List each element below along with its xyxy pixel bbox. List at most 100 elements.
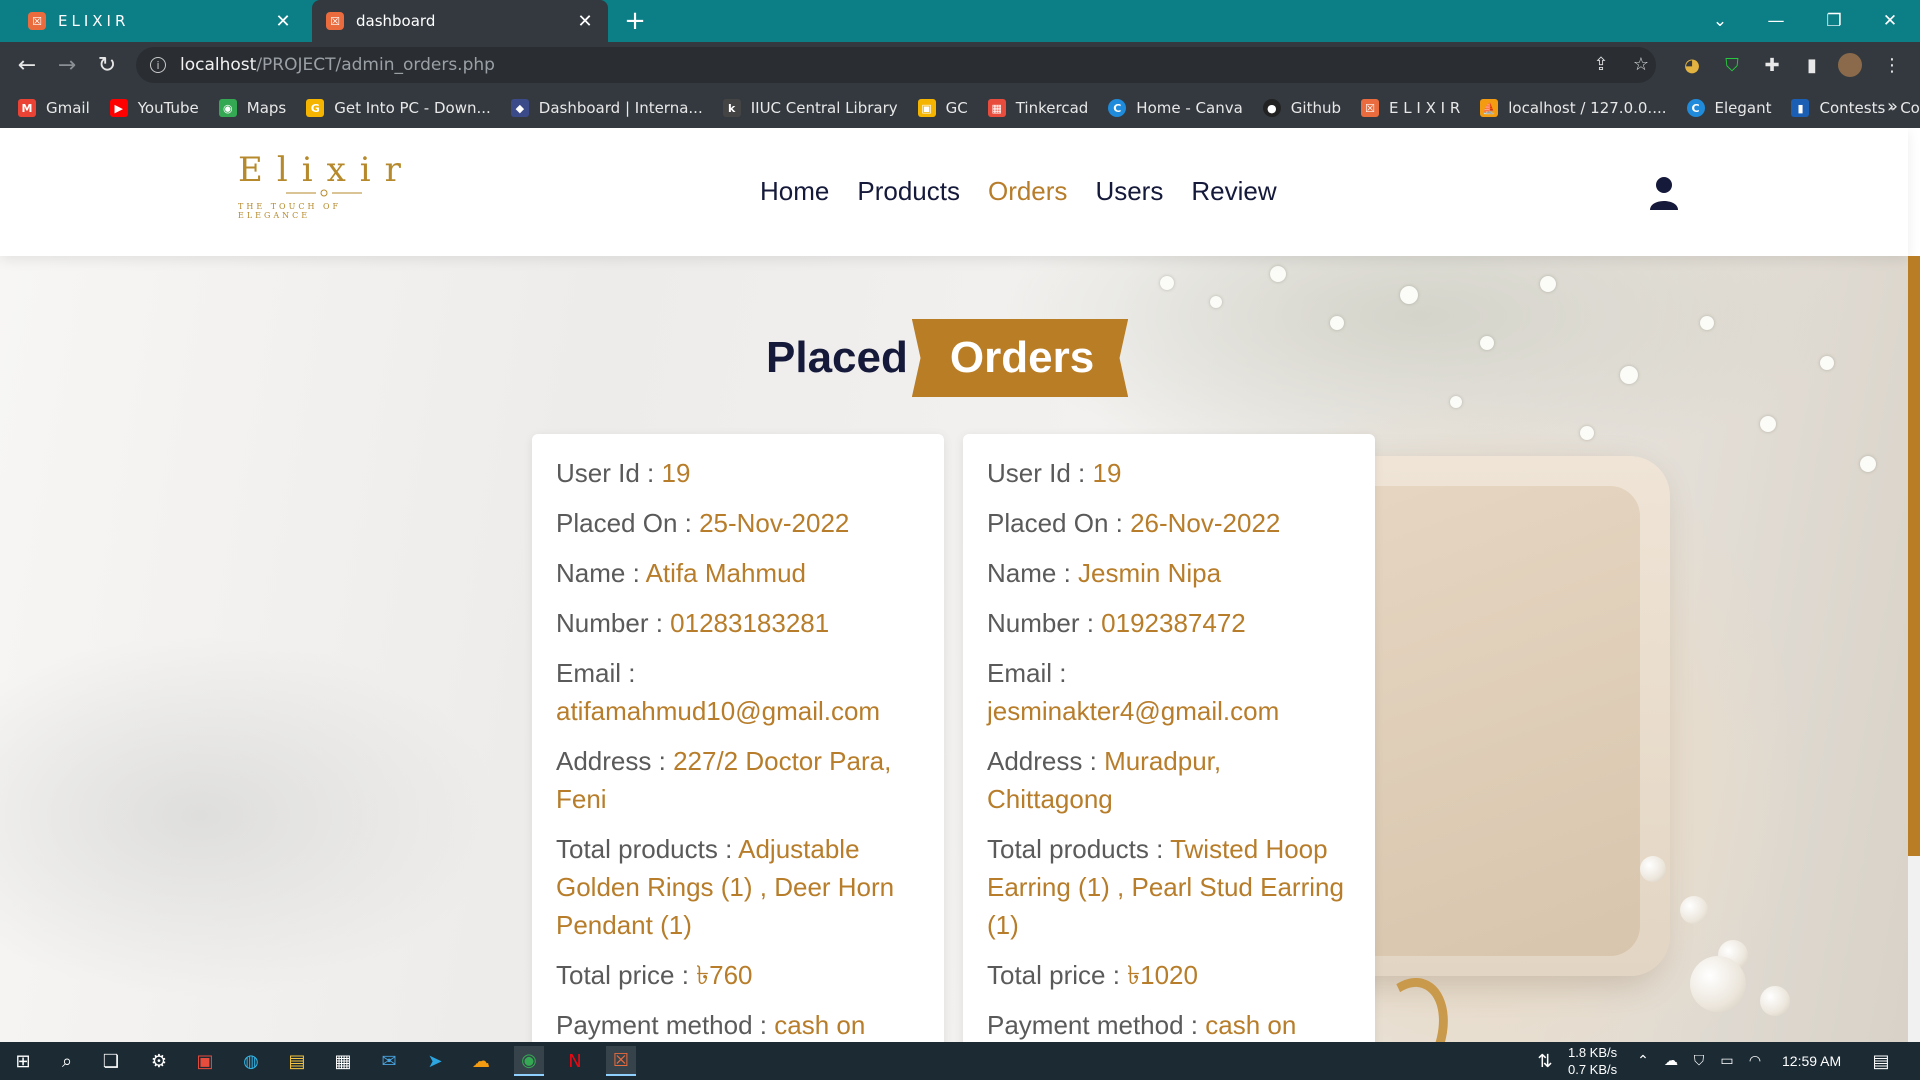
field-value: 25-Nov-2022 [699,508,850,538]
tab-search-icon[interactable]: ⌄ [1692,0,1748,42]
field-label: Email : [987,658,1067,688]
site-logo[interactable]: Elixir THE TOUCH OF ELEGANCE [238,150,408,220]
netflix-icon[interactable]: N [560,1046,590,1076]
windows-start-icon[interactable]: ⊞ [8,1046,38,1076]
github-icon: ● [1262,99,1281,117]
bookmark-tinkercad[interactable]: ▦ Tinkercad [987,99,1088,117]
back-icon[interactable]: ← [12,50,42,80]
bookmark-elixir[interactable]: ☒ E L I X I R [1361,99,1460,117]
nav-users[interactable]: Users [1095,176,1163,207]
clock[interactable]: 12:59 AM [1782,1053,1841,1069]
net-download-speed: 1.8 KB/s [1568,1045,1618,1060]
nav-orders[interactable]: Orders [988,176,1067,207]
security-shield-icon[interactable]: ⛉ [1684,1046,1714,1076]
close-window-button[interactable]: ✕ [1862,0,1918,42]
bookmark-library[interactable]: k IIUC Central Library [722,99,898,117]
bookmark-localhost[interactable]: ⛵ localhost / 127.0.0.... [1480,99,1667,117]
address-bar[interactable]: i localhost/PROJECT/admin_orders.php ⇪ ☆ [136,47,1656,83]
web-page: Elixir THE TOUCH OF ELEGANCE Home Produc… [0,128,1920,1042]
more-bookmarks-icon[interactable]: » [1887,96,1898,117]
order-name: Name : Atifa Mahmud [556,554,920,592]
menu-kebab-icon[interactable]: ⋮ [1880,53,1904,77]
order-address: Address : 227/2 Doctor Para, Feni [556,742,920,818]
bookmark-dashboard[interactable]: ◆ Dashboard | Interna... [510,99,703,117]
file-explorer-icon[interactable]: ▤ [282,1046,312,1076]
edge-icon[interactable]: ◍ [236,1046,266,1076]
settings-gear-icon[interactable]: ⚙ [144,1046,174,1076]
close-tab-icon[interactable]: ✕ [274,11,292,32]
store-icon[interactable]: ▦ [328,1046,358,1076]
bookmark-gmail[interactable]: M Gmail [18,99,90,117]
tab-elixir[interactable]: ☒ ELIXIR ✕ [14,0,306,42]
profile-avatar[interactable] [1838,53,1862,77]
order-user-id: User Id : 19 [556,454,920,492]
bookmark-label: Maps [246,99,287,117]
bookmark-label: GC [945,99,968,117]
pearl [1760,986,1790,1016]
logo-text: Elixir [238,150,415,190]
user-account-icon[interactable] [1648,176,1680,210]
classroom-icon: ▣ [917,99,936,117]
bookmark-getintopc[interactable]: G Get Into PC - Down... [306,99,491,117]
field-label: Total price : [556,960,697,990]
flower [1760,416,1776,432]
notifications-icon[interactable]: ▤ [1866,1046,1896,1076]
field-label: Address : [556,746,674,776]
new-tab-button[interactable]: + [620,6,650,36]
bookmark-youtube[interactable]: ▶ YouTube [109,99,199,117]
network-speed-icon: ⇅ [1537,1050,1553,1072]
bookmark-label: localhost / 127.0.0.... [1508,99,1667,117]
wifi-icon[interactable]: ◠ [1740,1046,1770,1076]
side-panel-icon[interactable]: ▮ [1800,53,1824,77]
bookmarks-bar: M Gmail ▶ YouTube ◉ Maps G Get Into PC - Dow… [0,88,1920,128]
chrome-icon[interactable]: ◉ [514,1046,544,1076]
order-placed-on: Placed On : 26-Nov-2022 [987,504,1351,542]
share-icon[interactable]: ⇪ [1590,53,1612,75]
battery-icon[interactable]: ▭ [1712,1046,1742,1076]
tab-dashboard[interactable]: ☒ dashboard ✕ [312,0,608,42]
canva-icon: C [1686,99,1705,117]
close-tab-icon[interactable]: ✕ [576,11,594,32]
bookmark-gc[interactable]: ▣ GC [917,99,968,117]
koha-icon: k [722,99,741,117]
cloud-app-icon[interactable]: ☁ [466,1046,496,1076]
tray-overflow-icon[interactable]: ⌃ [1628,1046,1658,1076]
bookmark-codeforces[interactable]: ▮ Contests - Codefor... [1791,99,1920,117]
bookmark-label: Gmail [46,99,90,117]
browser-toolbar: ← → ↻ i localhost/PROJECT/admin_orders.p… [0,42,1920,88]
forward-icon[interactable]: → [52,50,82,80]
task-view-icon[interactable]: ❏ [96,1046,126,1076]
field-label: Placed On : [556,508,700,538]
onedrive-icon[interactable]: ☁ [1656,1046,1686,1076]
reload-icon[interactable]: ↻ [92,50,122,80]
bookmark-canva[interactable]: C Home - Canva [1108,99,1243,117]
bookmark-github[interactable]: ● Github [1262,99,1341,117]
office-icon[interactable]: ▣ [190,1046,220,1076]
order-placed-on: Placed On : 25-Nov-2022 [556,504,920,542]
search-icon[interactable]: ⌕ [52,1046,82,1076]
bookmark-elegant[interactable]: C Elegant [1686,99,1771,117]
mail-icon[interactable]: ✉ [374,1046,404,1076]
nav-products[interactable]: Products [857,176,960,207]
bookmark-star-icon[interactable]: ☆ [1630,53,1652,75]
page-scrollbar-thumb[interactable] [1908,256,1920,856]
flower [1450,396,1462,408]
telegram-icon[interactable]: ➤ [420,1046,450,1076]
field-label: Name : [556,558,646,588]
logo-tagline: THE TOUCH OF ELEGANCE [238,202,342,220]
xampp-icon[interactable]: ☒ [606,1046,636,1076]
minimize-button[interactable]: — [1748,0,1804,42]
order-name: Name : Jesmin Nipa [987,554,1351,592]
bookmark-maps[interactable]: ◉ Maps [218,99,287,117]
tab-title: dashboard [356,12,436,30]
site-info-icon[interactable]: i [150,57,166,73]
nav-review[interactable]: Review [1191,176,1276,207]
extensions-puzzle-icon[interactable]: ✚ [1760,53,1784,77]
title-placed: Placed [766,333,908,382]
nav-home[interactable]: Home [760,176,829,207]
extension-colorful-icon[interactable]: ◕ [1680,53,1704,77]
restore-button[interactable]: ❐ [1806,0,1862,42]
field-value: 19 [1092,458,1122,488]
field-value: cash on [1205,1010,1297,1040]
shield-extension-icon[interactable]: ⛉ [1720,53,1744,77]
